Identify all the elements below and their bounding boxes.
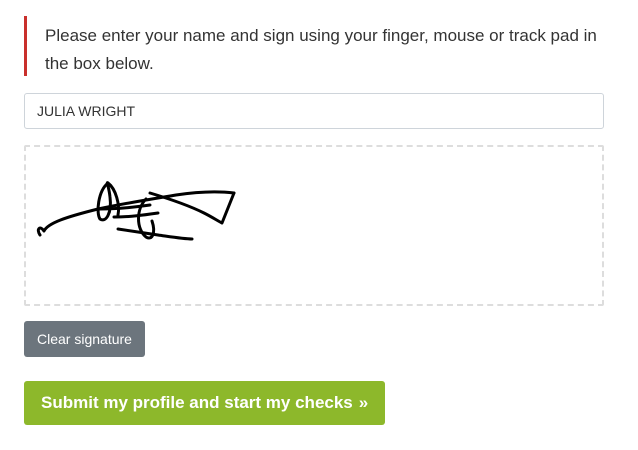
- submit-profile-button[interactable]: Submit my profile and start my checks »: [24, 381, 386, 425]
- full-name-input[interactable]: [24, 93, 604, 129]
- clear-signature-button[interactable]: Clear signature: [24, 321, 145, 357]
- signature-stroke: [112, 211, 160, 219]
- instruction-text: Please enter your name and sign using yo…: [45, 26, 597, 73]
- double-chevron-right-icon: »: [358, 393, 369, 412]
- signature-page: Please enter your name and sign using yo…: [0, 0, 638, 450]
- signature-drawing: [36, 181, 236, 241]
- instruction-notice: Please enter your name and sign using yo…: [24, 16, 604, 76]
- signature-pad[interactable]: [24, 145, 604, 306]
- submit-button-label: Submit my profile and start my checks: [41, 393, 353, 412]
- signature-stroke: [148, 191, 236, 225]
- signature-stroke: [96, 181, 120, 222]
